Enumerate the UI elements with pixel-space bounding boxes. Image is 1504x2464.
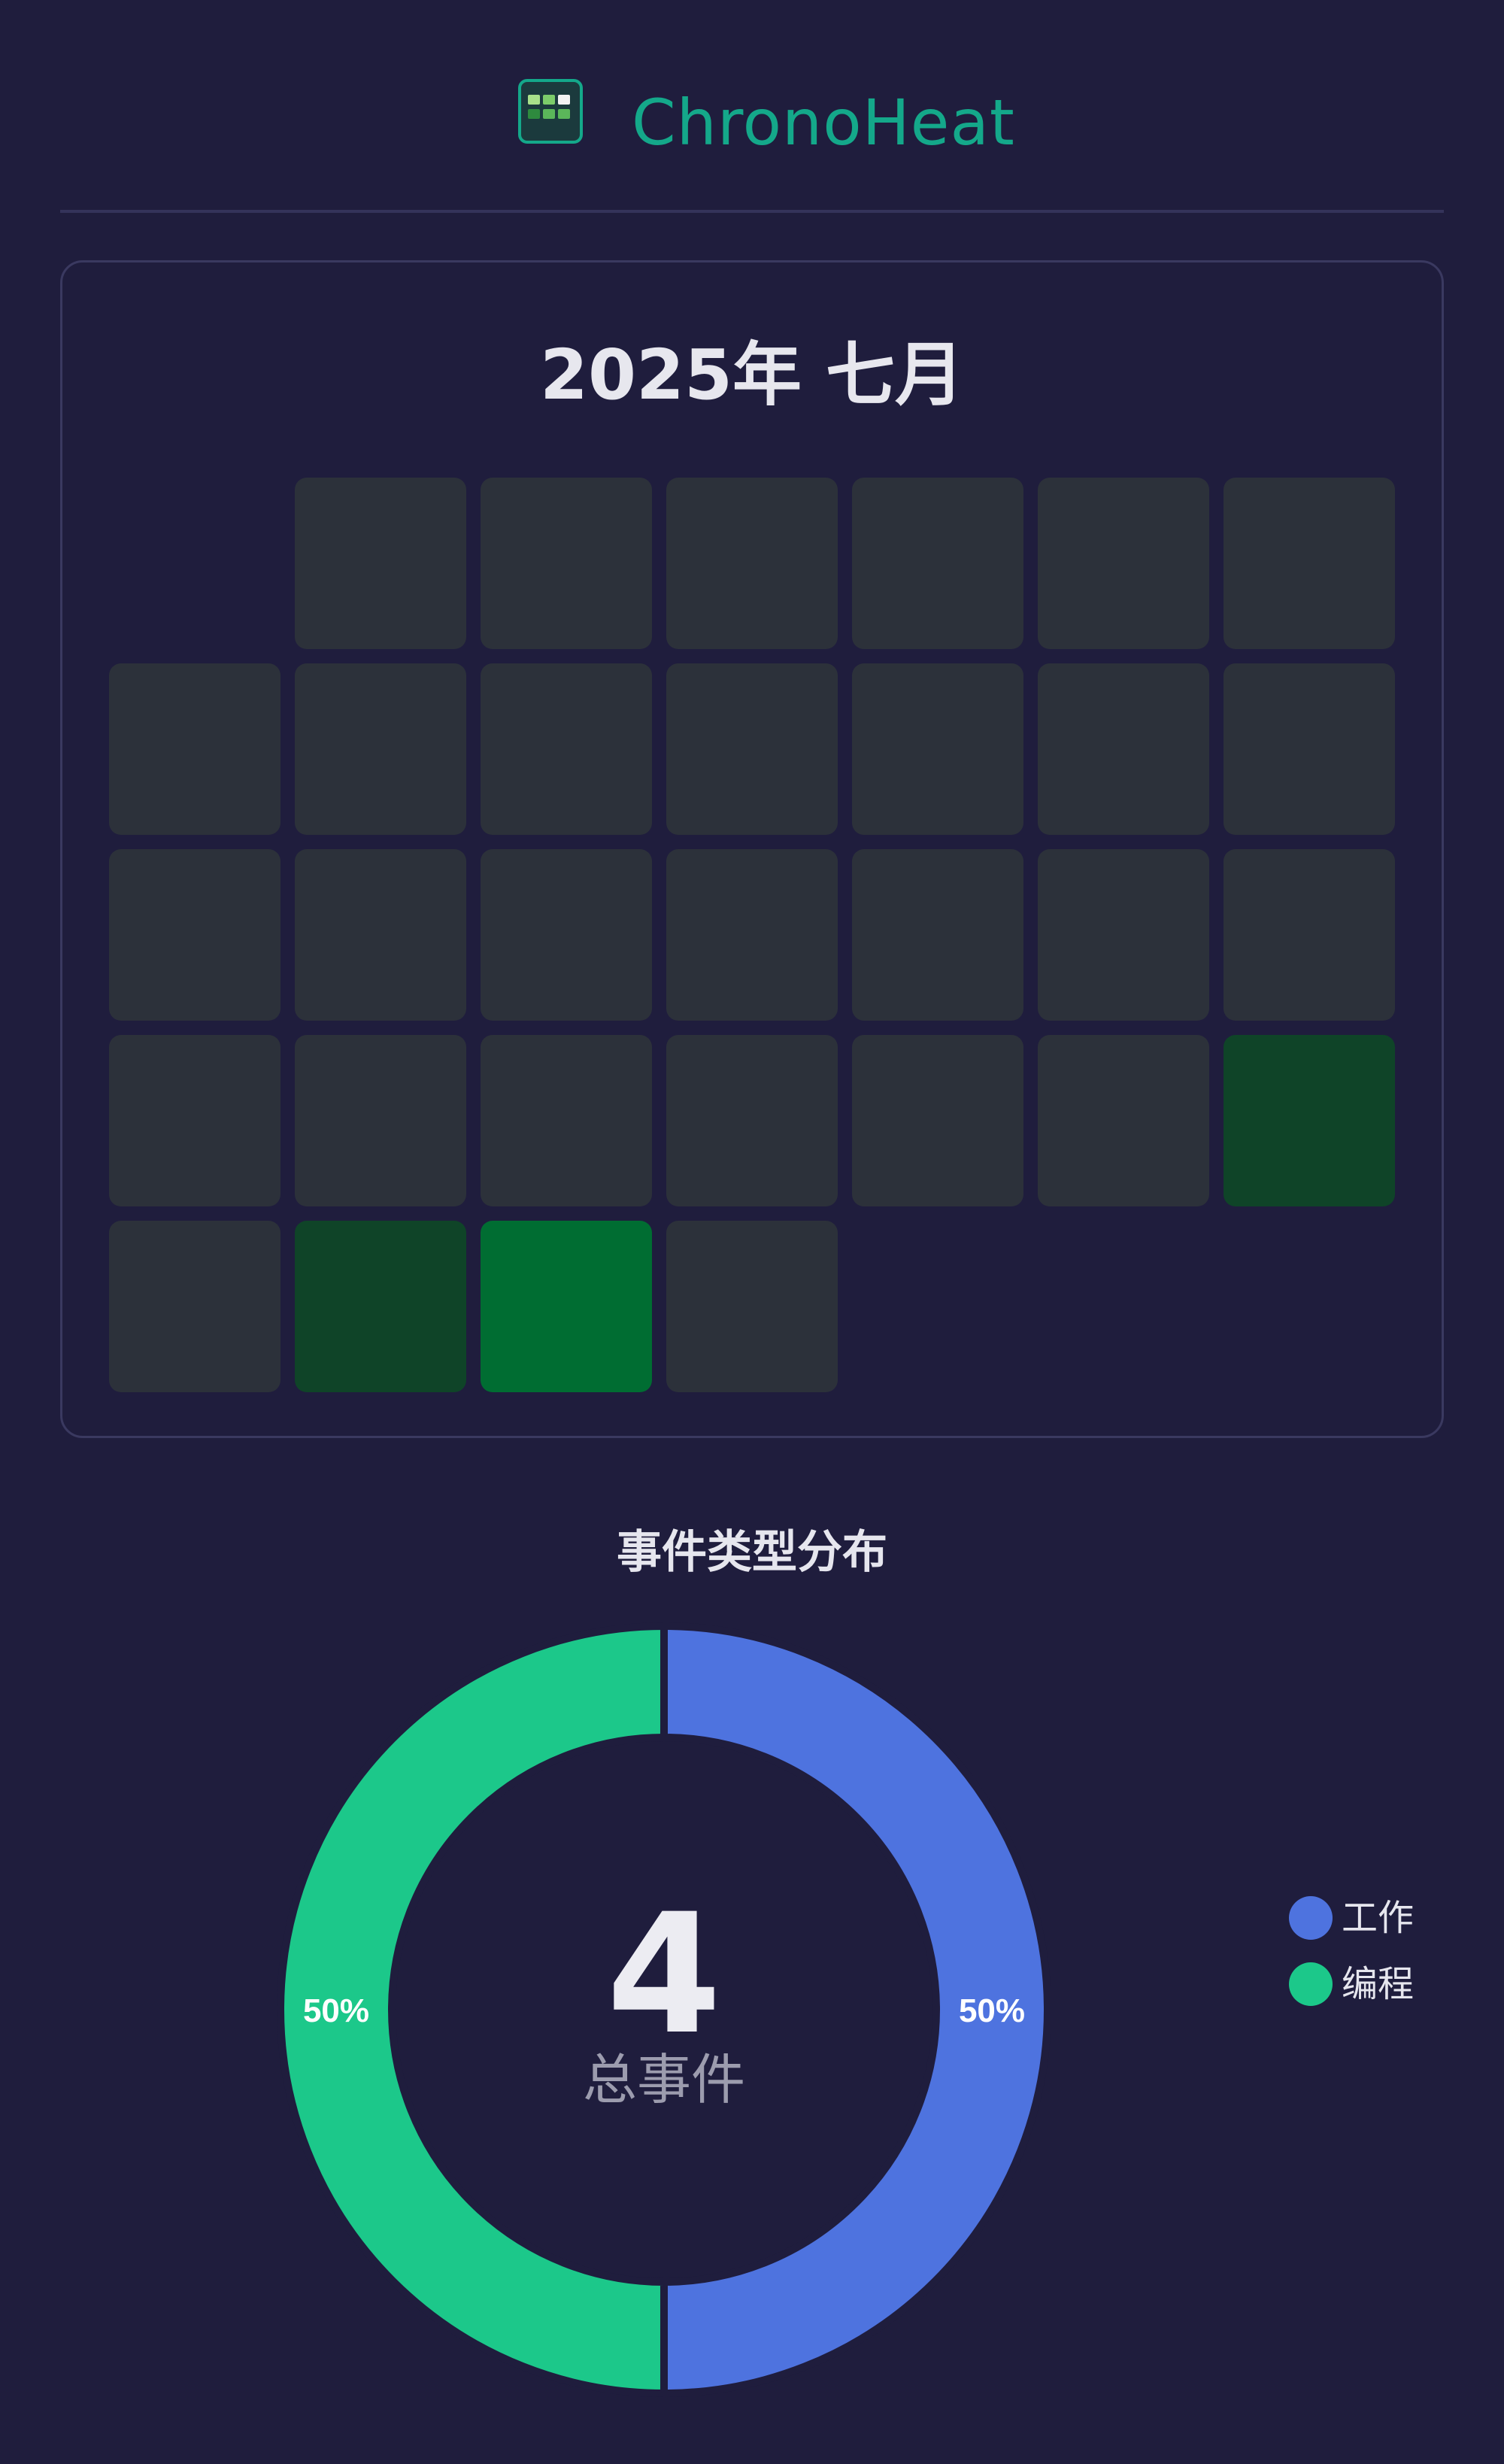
legend-swatch [1289, 1962, 1333, 2006]
slice-percent-label: 50% [959, 1992, 1025, 2029]
legend-swatch [1289, 1896, 1333, 1940]
legend-label: 工作 [1342, 1897, 1415, 1939]
slice-percent-label: 50% [303, 1992, 369, 2029]
total-events-label: 总事件 [582, 2048, 745, 2111]
legend-item[interactable]: 编程 [1289, 1950, 1484, 2016]
total-events-value: 4 [606, 1878, 722, 2071]
legend-item[interactable]: 工作 [1289, 1884, 1484, 1950]
legend-label: 编程 [1342, 1963, 1415, 2005]
chart-legend: 工作 编程 [1289, 1884, 1484, 2016]
